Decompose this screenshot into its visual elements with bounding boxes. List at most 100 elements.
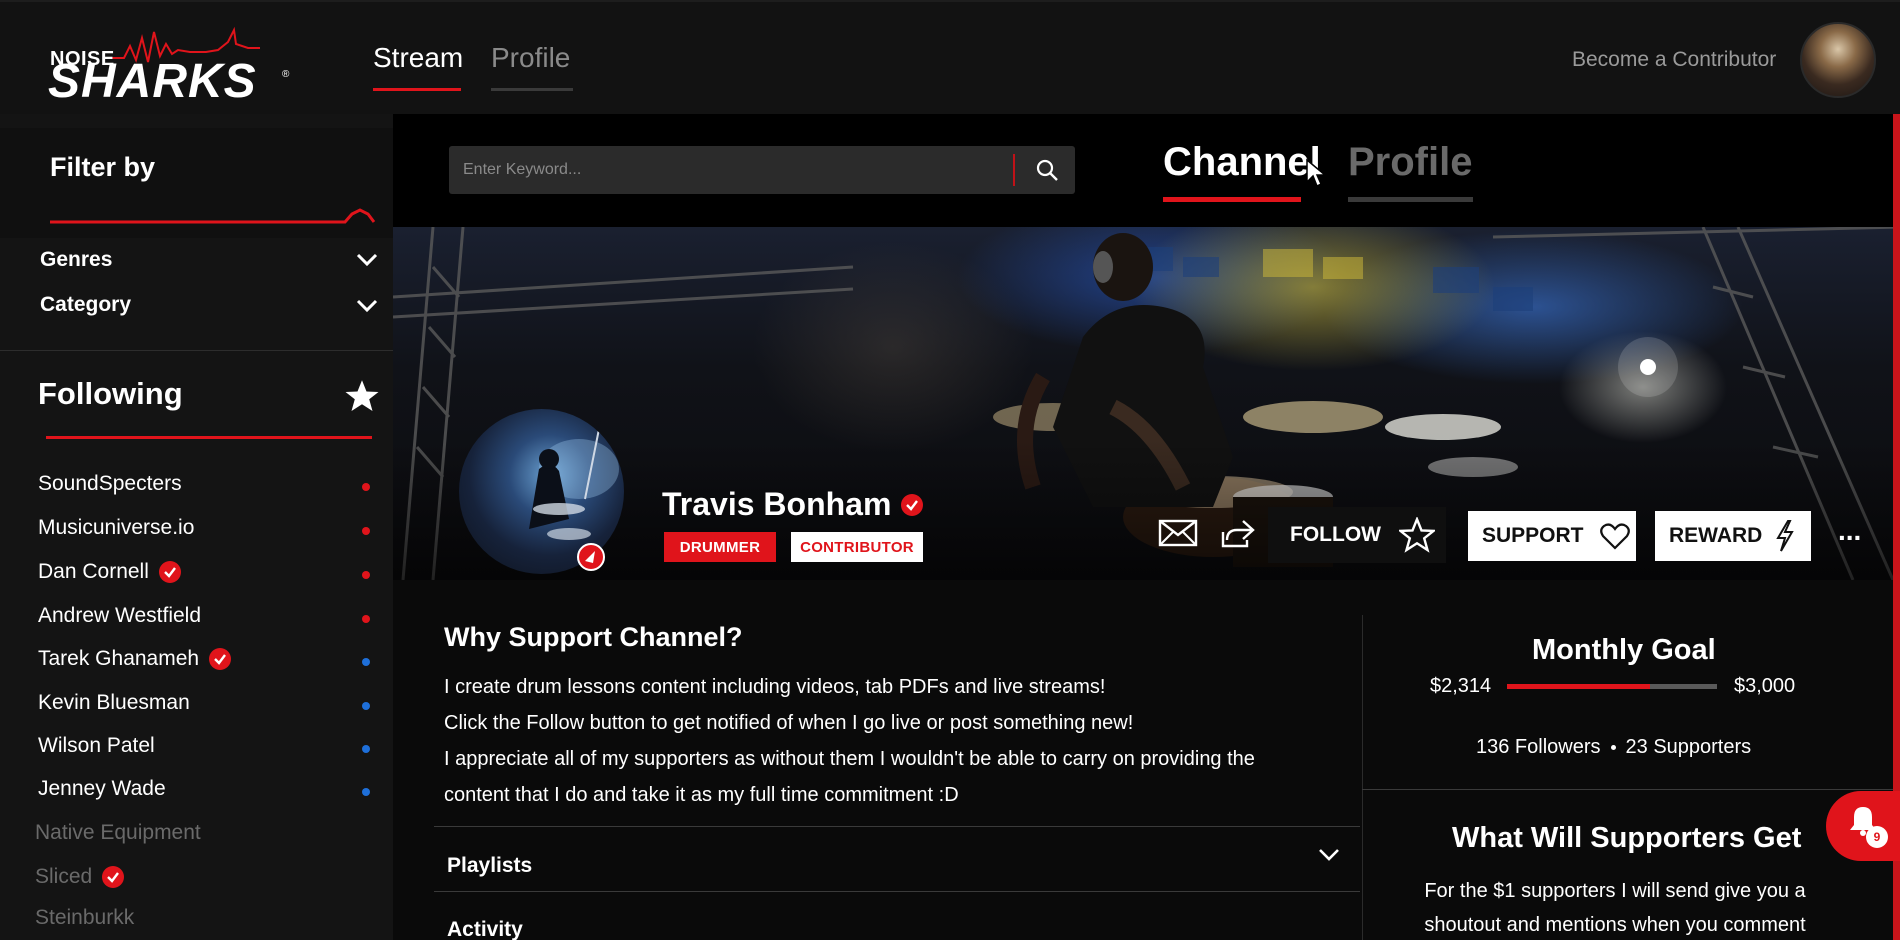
notification-count: 9 <box>1866 826 1888 848</box>
following-item-name: Musicuniverse.io <box>38 516 195 539</box>
user-avatar[interactable] <box>1800 22 1876 98</box>
following-underline <box>46 436 372 439</box>
star-outline-icon <box>1398 517 1435 553</box>
following-item-name: Kevin Bluesman <box>38 691 190 714</box>
following-item-name: Dan Cornell <box>38 560 149 583</box>
search-icon <box>1036 159 1058 181</box>
search-input[interactable] <box>463 156 1003 184</box>
section-divider <box>434 826 1360 827</box>
status-dot <box>362 527 370 535</box>
following-item-name: Native Equipment <box>35 821 201 844</box>
following-item[interactable]: Sliced <box>35 865 125 889</box>
following-item[interactable]: Andrew Westfield <box>38 604 201 628</box>
tag-drummer: DRUMMER <box>664 532 776 562</box>
sidebar-divider <box>0 350 393 351</box>
playlists-section[interactable]: Playlists <box>447 854 532 878</box>
right-divider <box>1362 789 1900 790</box>
status-dot <box>362 658 370 666</box>
support-button[interactable]: SUPPORT <box>1468 511 1636 561</box>
following-item[interactable]: Tarek Ghanameh <box>38 647 232 671</box>
follow-button[interactable]: FOLLOW <box>1268 507 1446 563</box>
lightning-icon <box>1776 520 1795 552</box>
more-options-button[interactable]: ... <box>1838 517 1870 551</box>
following-item-name: Steinburkk <box>35 906 135 929</box>
about-line: Click the Follow button to get notified … <box>444 712 1134 734</box>
search-divider <box>1013 154 1015 186</box>
noise-sharks-logo[interactable]: NOISE SHARKS ® <box>48 24 293 106</box>
follow-label: FOLLOW <box>1290 523 1381 546</box>
about-title: Why Support Channel? <box>444 622 743 652</box>
chevron-down-icon[interactable] <box>356 299 378 313</box>
tab-stream[interactable]: Stream <box>373 42 463 91</box>
message-button[interactable] <box>1156 513 1200 553</box>
filter-underline <box>50 208 375 224</box>
share-button[interactable] <box>1216 513 1260 553</box>
chevron-down-icon[interactable] <box>1318 848 1340 862</box>
genres-dropdown[interactable]: Genres <box>40 248 112 272</box>
logo-big-text: SHARKS <box>48 55 257 108</box>
artist-name-text: Travis Bonham <box>662 486 892 522</box>
section-divider <box>434 891 1360 892</box>
reward-label: REWARD <box>1669 524 1763 547</box>
verified-icon <box>158 561 181 583</box>
channel-stats: 136 Followers 23 Supporters <box>1476 736 1751 759</box>
following-item[interactable]: Jenney Wade <box>38 777 166 801</box>
status-dot <box>362 615 370 623</box>
following-item[interactable]: Wilson Patel <box>38 734 155 758</box>
star-icon <box>345 380 379 411</box>
envelope-icon <box>1158 519 1198 547</box>
following-item-name: Sliced <box>35 865 93 888</box>
following-item-name: Jenney Wade <box>38 777 166 800</box>
monthly-goal-title: Monthly Goal <box>1532 634 1716 666</box>
avatar-badge-icon <box>577 543 605 571</box>
activity-section[interactable]: Activity <box>447 918 523 940</box>
following-item[interactable]: Steinburkk <box>35 906 134 930</box>
shark-fin-icon <box>585 551 595 563</box>
goal-progress-bar <box>1507 684 1717 689</box>
following-item[interactable]: Kevin Bluesman <box>38 691 190 715</box>
filter-title: Filter by <box>50 152 156 182</box>
status-dot <box>362 745 370 753</box>
following-item[interactable]: Musicuniverse.io <box>38 516 194 540</box>
about-line: I create drum lessons content including … <box>444 676 1106 698</box>
app: NOISE SHARKS ® Stream Profile Become a C… <box>0 0 1900 940</box>
category-dropdown[interactable]: Category <box>40 293 131 317</box>
about-line: content that I do and take it as my full… <box>444 784 959 806</box>
supporters-count: 23 Supporters <box>1625 736 1752 758</box>
verified-icon <box>102 866 125 888</box>
logo-registered-mark: ® <box>282 69 290 80</box>
supporters-get-line: For the $1 supporters I will send give y… <box>1424 880 1806 902</box>
mouse-cursor-icon <box>1306 158 1328 188</box>
following-item-name: Wilson Patel <box>38 734 155 757</box>
stats-separator <box>1610 745 1616 750</box>
goal-target: $3,000 <box>1734 675 1796 697</box>
search-button[interactable] <box>1027 154 1067 186</box>
column-divider <box>1362 615 1363 940</box>
reward-button[interactable]: REWARD <box>1655 511 1811 561</box>
about-line: I appreciate all of my supporters as wit… <box>444 748 1255 770</box>
heart-icon <box>1599 523 1630 550</box>
status-dot <box>362 788 370 796</box>
top-header: NOISE SHARKS ® Stream Profile Become a C… <box>0 0 1900 114</box>
status-dot <box>362 571 370 579</box>
following-title: Following <box>38 376 183 411</box>
following-item-name: Tarek Ghanameh <box>38 647 200 670</box>
chevron-down-icon[interactable] <box>356 253 378 267</box>
goal-current: $2,314 <box>1430 675 1492 697</box>
artist-name: Travis Bonham <box>662 486 924 523</box>
status-dot <box>362 702 370 710</box>
tab-channel[interactable]: Channel <box>1163 140 1321 202</box>
tag-contributor: CONTRIBUTOR <box>791 532 923 562</box>
share-icon <box>1221 520 1255 548</box>
following-item[interactable]: Dan Cornell <box>38 560 181 584</box>
goal-progress-fill <box>1507 684 1650 689</box>
verified-icon <box>209 648 232 670</box>
status-dot <box>362 483 370 491</box>
verified-icon <box>901 493 924 516</box>
following-item[interactable]: SoundSpecters <box>38 472 182 496</box>
following-item[interactable]: Native Equipment <box>35 821 201 845</box>
tab-profile[interactable]: Profile <box>491 42 573 91</box>
tab-channel-profile[interactable]: Profile <box>1348 140 1473 202</box>
become-contributor-link[interactable]: Become a Contributor <box>1572 48 1776 72</box>
following-item-name: SoundSpecters <box>38 472 182 495</box>
